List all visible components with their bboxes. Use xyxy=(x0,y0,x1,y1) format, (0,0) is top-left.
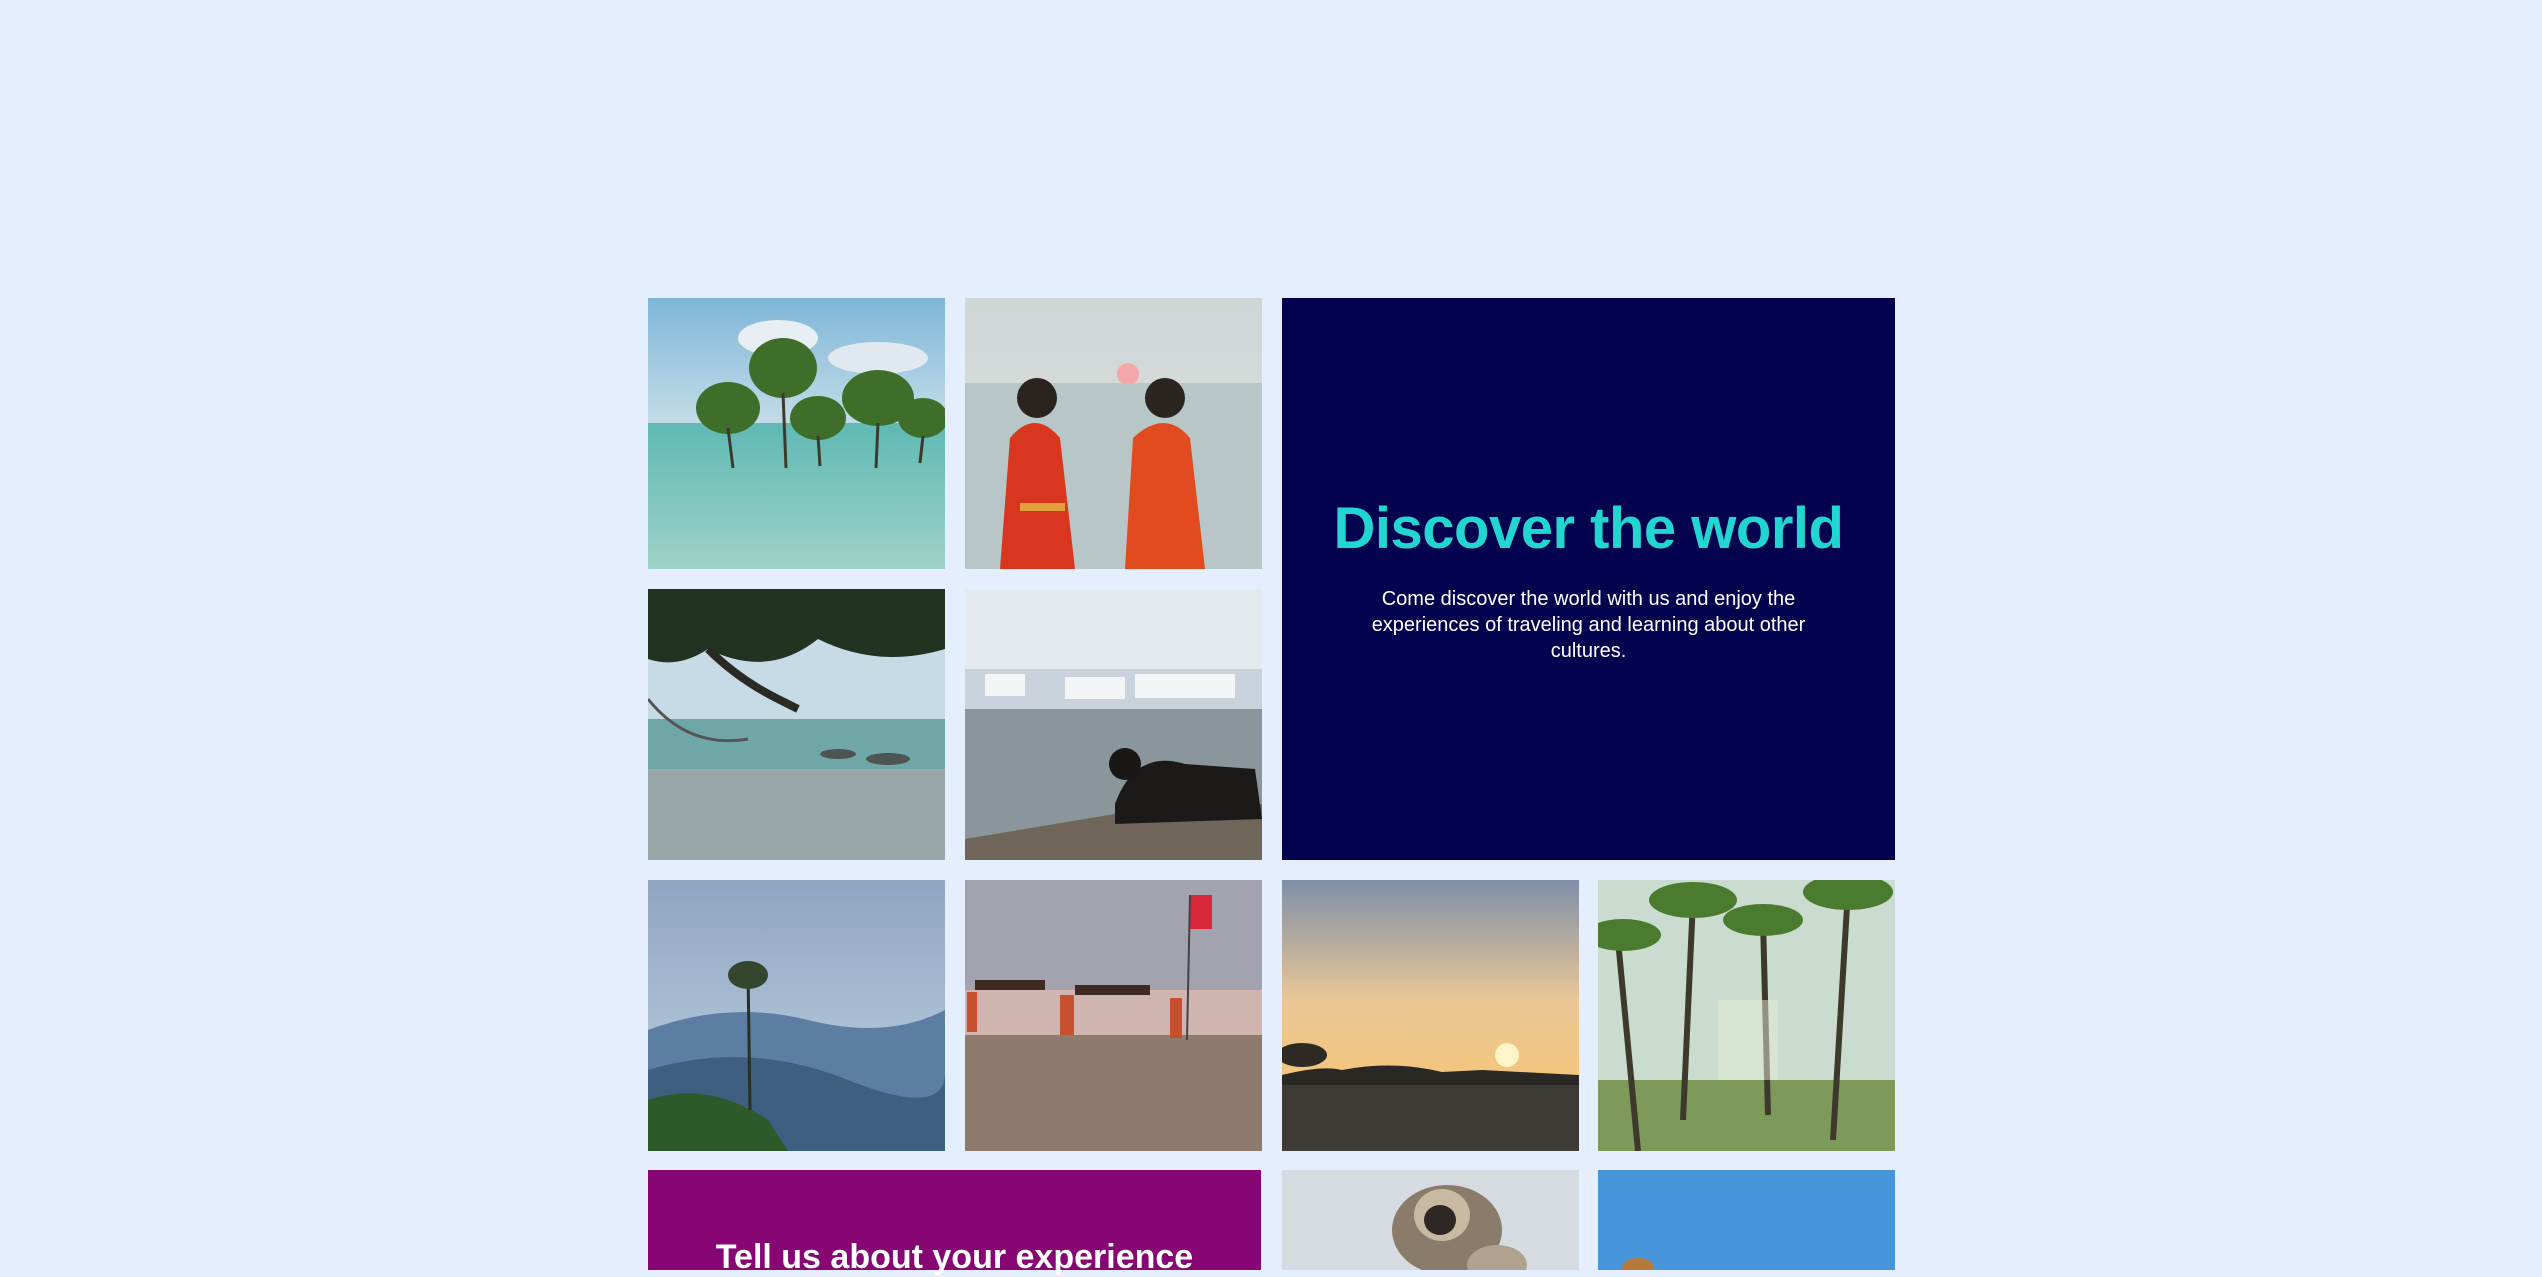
photo-beach-carriers[interactable] xyxy=(965,880,1262,1151)
hero-description: Come discover the world with us and enjo… xyxy=(1371,587,1806,662)
hero-title: Discover the world xyxy=(1333,495,1844,561)
photo-monkey[interactable] xyxy=(1282,1170,1579,1270)
photo-palm-forest[interactable] xyxy=(1598,880,1895,1151)
photo-beach-hammock[interactable] xyxy=(648,589,945,860)
promo-title: Tell us about your experience xyxy=(715,1238,1194,1276)
photo-blue-wall[interactable] xyxy=(1598,1170,1895,1270)
photo-cow-lake[interactable] xyxy=(965,589,1262,860)
photo-women-sunset[interactable] xyxy=(965,298,1262,569)
hero-panel: Discover the world Come discover the wor… xyxy=(1282,298,1895,860)
photo-sunset-shore[interactable] xyxy=(1282,880,1579,1151)
photo-misty-hills[interactable] xyxy=(648,880,945,1151)
experience-promo-panel[interactable]: Tell us about your experience xyxy=(648,1170,1261,1276)
photo-mangrove-trees[interactable] xyxy=(648,298,945,569)
